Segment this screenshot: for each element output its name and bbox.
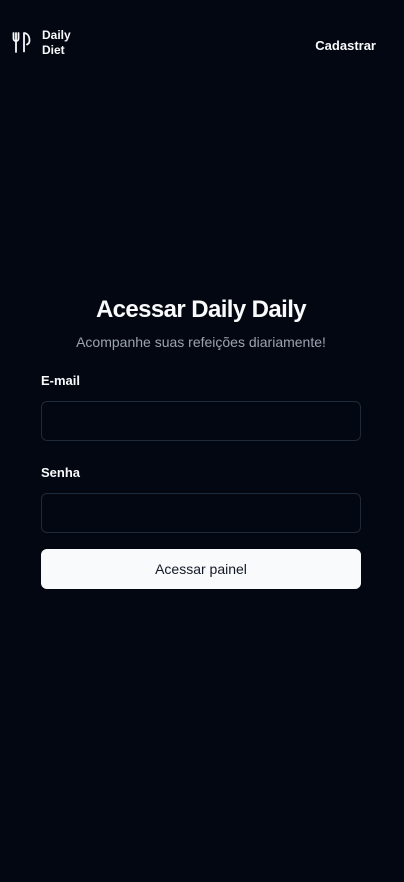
brand-name-line2: Diet: [42, 43, 65, 57]
page-subtitle: Acompanhe suas refeições diariamente!: [76, 334, 326, 350]
email-input[interactable]: [41, 401, 361, 441]
app-header: Daily Diet Cadastrar: [0, 0, 404, 92]
email-label: E-mail: [41, 373, 81, 388]
login-form: E-mail Senha Acessar painel: [41, 373, 361, 589]
access-panel-button[interactable]: Acessar painel: [41, 549, 361, 589]
password-label: Senha: [41, 465, 81, 480]
signup-link[interactable]: Cadastrar: [315, 38, 376, 54]
brand-name: Daily Diet: [42, 28, 82, 58]
password-input[interactable]: [41, 493, 361, 533]
brand-name-line1: Daily: [42, 28, 71, 42]
page-title: Acessar Daily Daily: [95, 296, 307, 323]
brand-link[interactable]: Daily Diet: [11, 28, 82, 58]
login-section: Acessar Daily Daily Acompanhe suas refei…: [41, 292, 361, 589]
email-field-group: E-mail: [41, 373, 361, 441]
password-field-group: Senha: [41, 465, 361, 533]
fork-knife-icon: [12, 32, 31, 53]
